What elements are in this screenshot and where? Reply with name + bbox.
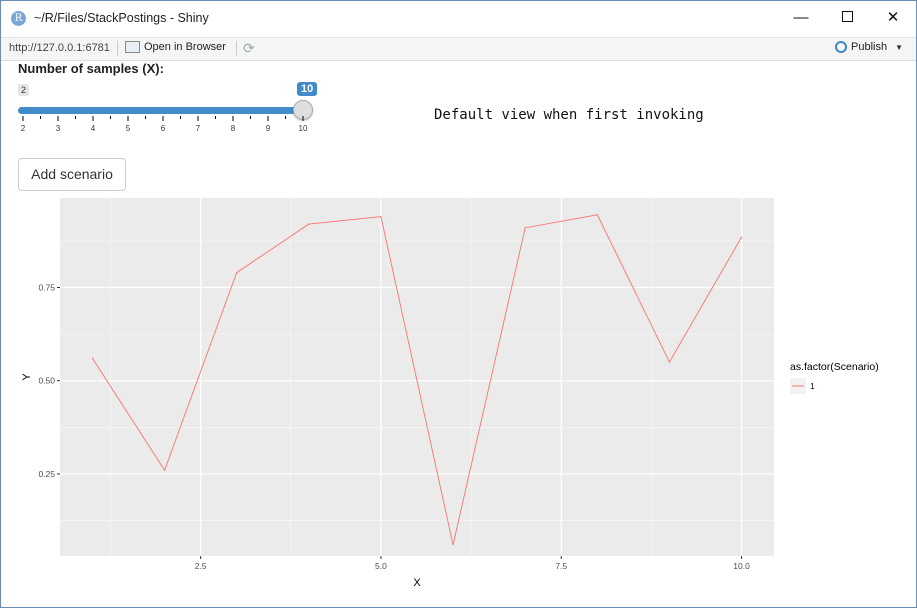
publish-icon (835, 41, 847, 53)
legend-title: as.factor(Scenario) (790, 361, 879, 373)
close-icon: ✕ (886, 9, 900, 26)
publish-label: Publish (851, 41, 888, 53)
x-tick-label: 2.5 (195, 561, 207, 571)
default-view-note: Default view when first invoking (434, 107, 704, 123)
r-app-icon: R (11, 11, 26, 26)
publish-button[interactable]: Publish ▼ (835, 41, 903, 53)
chevron-down-icon[interactable]: ▼ (895, 43, 903, 52)
data-point (236, 271, 238, 274)
open-in-browser-button[interactable]: Open in Browser (125, 41, 226, 53)
minimize-button[interactable]: — (778, 1, 824, 35)
toolbar-divider (117, 41, 118, 56)
slider-tick-label: 4 (91, 124, 96, 133)
minimize-icon: — (793, 9, 809, 26)
open-in-browser-label: Open in Browser (144, 41, 226, 53)
app-window: R ~/R/Files/StackPostings - Shiny — ✕ ht… (0, 0, 917, 608)
x-axis-title: X (413, 577, 421, 589)
slider-min-label: 2 (18, 84, 30, 96)
data-point (668, 361, 671, 363)
x-tick-label: 5.0 (375, 561, 387, 571)
maximize-button[interactable] (824, 1, 870, 35)
data-point (163, 469, 166, 471)
title-bar: R ~/R/Files/StackPostings - Shiny — ✕ (1, 1, 916, 35)
data-point (452, 544, 454, 546)
slider-ticks: 2 3 4 5 6 7 8 9 10 (21, 116, 308, 133)
window-title: ~/R/Files/StackPostings - Shiny (34, 11, 209, 25)
url-display: http://127.0.0.1:6781 (9, 42, 110, 54)
slider-tick-label: 3 (56, 124, 61, 133)
browser-window-icon (125, 41, 140, 53)
legend-label: 1 (810, 381, 815, 391)
x-tick-label: 7.5 (555, 561, 567, 571)
slider-track[interactable] (18, 107, 308, 114)
y-tick-label: 0.75 (38, 283, 55, 293)
add-scenario-button[interactable]: Add scenario (18, 158, 126, 191)
maximize-icon (841, 11, 853, 23)
toolbar-divider (236, 41, 237, 56)
data-point (308, 223, 310, 225)
viewer-toolbar: http://127.0.0.1:6781 Open in Browser ⟳ … (1, 37, 916, 61)
y-tick-label: 0.50 (38, 376, 55, 386)
close-button[interactable]: ✕ (870, 1, 916, 35)
data-point (740, 236, 743, 238)
slider-tick-label: 5 (126, 124, 131, 133)
data-point (380, 216, 382, 218)
slider-tick-label: 7 (196, 124, 201, 133)
y-tick-label: 0.25 (38, 469, 55, 479)
y-axis-title: Y (21, 373, 33, 381)
slider-tick-label: 9 (266, 124, 271, 133)
data-point (91, 357, 94, 359)
slider-tick-label: 6 (161, 124, 166, 133)
data-point (596, 214, 598, 216)
scenario-line-chart: 2.5 5.0 7.5 10.0 0.25 0.50 0.75 X Yas.factor(Sce… (21, 198, 879, 589)
x-tick-label: 10.0 (733, 561, 750, 571)
slider-tick-label: 2 (21, 124, 26, 133)
refresh-icon[interactable]: ⟳ (243, 40, 255, 57)
data-point (524, 227, 526, 229)
slider-tick-label: 8 (231, 124, 236, 133)
slider-fill (18, 107, 303, 114)
slider-tick-label: 10 (299, 124, 308, 133)
slider-label: Number of samples (X): (18, 61, 164, 76)
slider-value-label: 10 (297, 82, 318, 96)
plot-panel (60, 198, 774, 556)
